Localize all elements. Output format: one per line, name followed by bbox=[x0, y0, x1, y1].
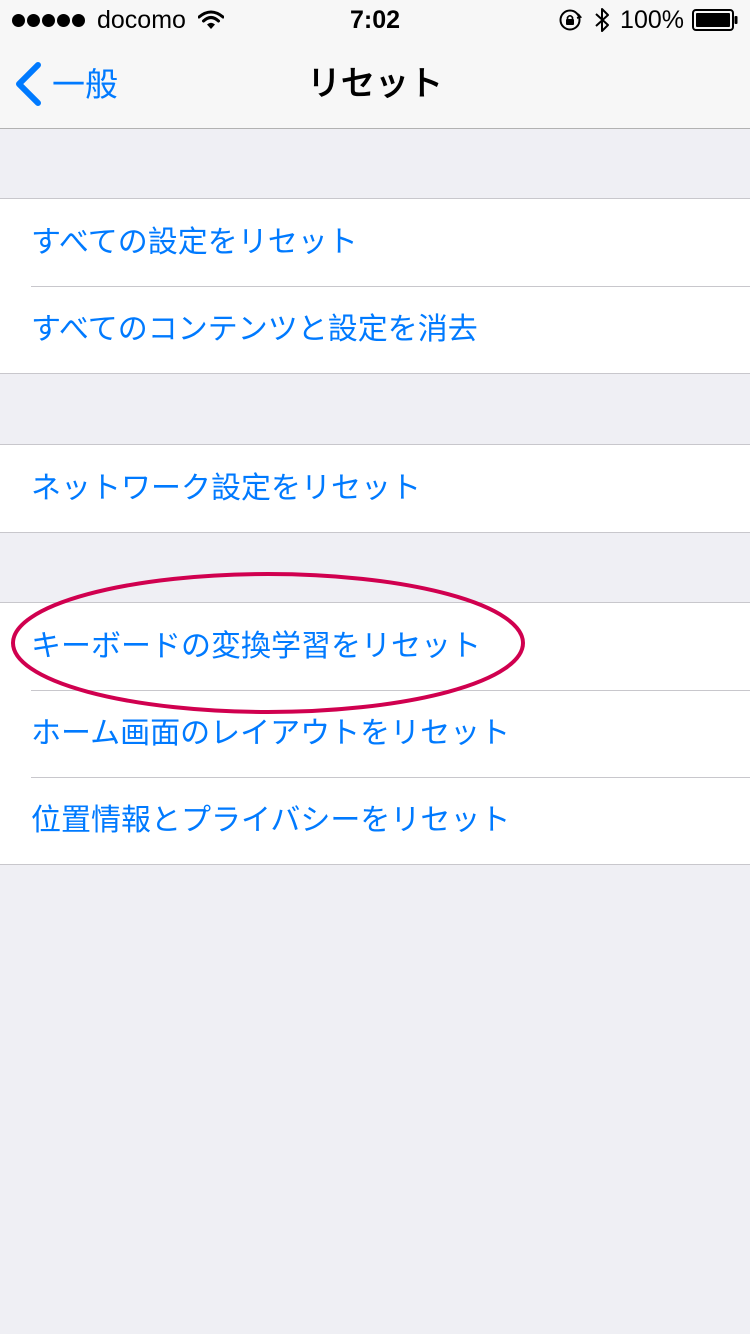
reset-network-settings-button[interactable]: ネットワーク設定をリセット bbox=[0, 445, 750, 532]
status-bar: docomo 7:02 100% bbox=[0, 0, 750, 40]
battery-icon bbox=[692, 9, 738, 31]
bluetooth-icon bbox=[595, 8, 610, 32]
rotation-lock-icon bbox=[559, 9, 583, 31]
reset-keyboard-dictionary-button[interactable]: キーボードの変換学習をリセット bbox=[0, 603, 750, 690]
settings-group: キーボードの変換学習をリセット ホーム画面のレイアウトをリセット 位置情報とプラ… bbox=[0, 602, 750, 865]
settings-group: ネットワーク設定をリセット bbox=[0, 444, 750, 533]
erase-all-content-button[interactable]: すべてのコンテンツと設定を消去 bbox=[0, 286, 750, 373]
settings-group: すべての設定をリセット すべてのコンテンツと設定を消去 bbox=[0, 198, 750, 374]
battery-percentage: 100% bbox=[620, 5, 684, 34]
status-bar-right: 100% bbox=[558, 0, 738, 40]
reset-all-settings-button[interactable]: すべての設定をリセット bbox=[0, 199, 750, 286]
reset-home-screen-layout-button[interactable]: ホーム画面のレイアウトをリセット bbox=[0, 690, 750, 777]
navigation-bar: 一般 リセット bbox=[0, 40, 750, 129]
page-title: リセット bbox=[307, 64, 443, 104]
reset-location-privacy-button[interactable]: 位置情報とプライバシーをリセット bbox=[0, 777, 750, 864]
